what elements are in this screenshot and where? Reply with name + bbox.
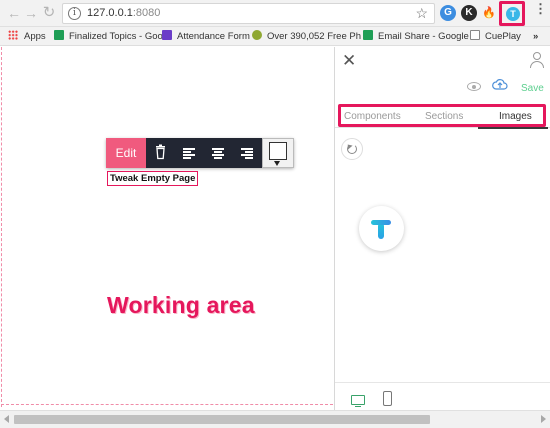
tweak-extension-highlight[interactable]: T xyxy=(499,1,525,26)
bookmark-apps[interactable]: Apps xyxy=(8,30,46,44)
bookmark-attendance-form[interactable]: Attendance Form xyxy=(162,30,250,44)
panel-footer-divider xyxy=(335,382,550,383)
reload-icon[interactable]: ↻ xyxy=(41,5,57,21)
url-host: 127.0.0.1 xyxy=(87,7,133,19)
trash-icon xyxy=(156,144,165,160)
bookmark-label: Email Share - Google xyxy=(378,31,469,42)
active-tab-indicator xyxy=(478,127,548,129)
scroll-left-arrow[interactable] xyxy=(4,415,9,423)
tab-sections[interactable]: Sections xyxy=(425,111,463,122)
photos-site-icon xyxy=(252,30,262,40)
page-boundary-left xyxy=(1,47,2,407)
sheets-icon xyxy=(363,30,373,40)
grammarly-extension-icon[interactable]: G xyxy=(440,5,456,21)
tweak-extension-icon[interactable]: T xyxy=(506,7,520,21)
tab-images[interactable]: Images xyxy=(499,111,532,122)
color-swatch xyxy=(269,142,287,160)
align-center-button[interactable] xyxy=(204,138,233,168)
bookmark-label: Finalized Topics - Goo xyxy=(69,31,163,42)
bookmarks-overflow-icon[interactable]: » xyxy=(533,30,538,44)
scrollbar-thumb[interactable] xyxy=(14,415,430,424)
user-icon[interactable] xyxy=(530,52,544,68)
refresh-button[interactable] xyxy=(341,138,363,160)
cloud-upload-icon[interactable] xyxy=(492,78,508,95)
bookmark-email-share[interactable]: Email Share - Google xyxy=(363,30,469,44)
site-info-icon[interactable]: i xyxy=(68,7,81,20)
page-boundary-bottom xyxy=(1,404,333,405)
bookmark-label: CuePlay xyxy=(485,31,521,42)
mobile-view-icon[interactable] xyxy=(383,391,392,406)
color-picker-button[interactable] xyxy=(262,138,294,168)
forward-arrow-icon[interactable]: → xyxy=(23,5,39,21)
working-area[interactable]: Edit Tweak Empty Page Working area xyxy=(0,47,334,410)
apps-grid-icon xyxy=(8,30,18,40)
sheets-icon xyxy=(54,30,64,40)
element-name-label: Tweak Empty Page xyxy=(107,171,199,186)
logo-stem xyxy=(378,223,384,239)
working-area-annotation: Working area xyxy=(107,292,255,318)
element-toolbar: Edit xyxy=(106,138,294,168)
bookmark-label: Apps xyxy=(24,31,46,42)
desktop-view-icon[interactable] xyxy=(351,395,365,407)
align-right-button[interactable] xyxy=(233,138,262,168)
bookmark-free-photos[interactable]: Over 390,052 Free Ph xyxy=(252,30,361,44)
edit-button[interactable]: Edit xyxy=(106,138,146,168)
bookmarks-bar: Apps Finalized Topics - Goo Attendance F… xyxy=(0,27,550,46)
bookmark-label: Attendance Form xyxy=(177,31,250,42)
browser-menu-icon[interactable]: ⋮ xyxy=(534,2,547,15)
back-arrow-icon[interactable]: ← xyxy=(6,5,22,21)
url-port: :8080 xyxy=(132,7,161,19)
delete-button[interactable] xyxy=(146,138,175,168)
bookmark-label: Over 390,052 Free Ph xyxy=(267,31,361,42)
scroll-right-arrow[interactable] xyxy=(541,415,546,423)
preview-eye-icon[interactable] xyxy=(467,82,481,91)
k-extension-icon[interactable]: K xyxy=(461,5,477,21)
tweak-logo xyxy=(359,206,404,251)
tabs-highlight: Components Sections Images xyxy=(338,104,546,127)
bookmark-finalized-topics[interactable]: Finalized Topics - Goo xyxy=(54,30,163,44)
forms-icon xyxy=(162,30,172,40)
close-icon[interactable]: ✕ xyxy=(342,51,356,71)
horizontal-scrollbar[interactable] xyxy=(0,410,550,428)
page-icon xyxy=(470,30,480,40)
tab-components[interactable]: Components xyxy=(344,111,401,122)
browser-toolbar: ← → ↻ i 127.0.0.1:8080 ☆ G K 🔥 T ⋮ xyxy=(0,0,550,27)
align-left-button[interactable] xyxy=(175,138,204,168)
side-panel: ✕ Save Components Sections Images xyxy=(334,47,550,410)
fire-extension-icon[interactable]: 🔥 xyxy=(481,5,497,21)
address-bar[interactable]: i 127.0.0.1:8080 ☆ xyxy=(62,3,435,24)
bookmark-star-icon[interactable]: ☆ xyxy=(415,5,428,22)
logo-bar xyxy=(371,220,391,225)
caret-down-icon xyxy=(274,161,280,166)
url-text[interactable]: 127.0.0.1:8080 xyxy=(87,7,160,19)
save-button[interactable]: Save xyxy=(521,83,544,94)
bookmark-cueplay[interactable]: CuePlay xyxy=(470,30,521,44)
cloud-svg xyxy=(492,79,508,90)
